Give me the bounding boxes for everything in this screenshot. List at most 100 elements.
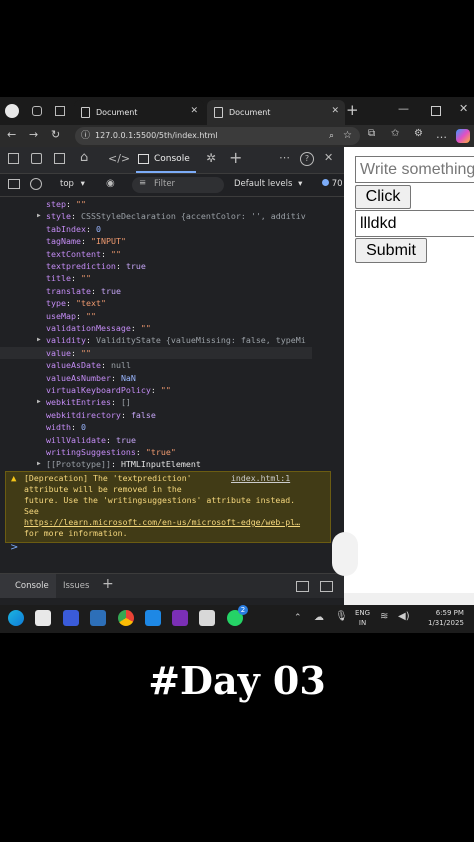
page-scroll-handle[interactable] <box>332 532 358 576</box>
tray-chevron-icon[interactable]: ⌃ <box>294 613 302 623</box>
expand-triangle-icon[interactable]: ▶ <box>37 458 41 470</box>
deprecation-warning: ▲ [Deprecation] The 'textprediction' att… <box>5 471 331 543</box>
expand-triangle-icon[interactable]: ▶ <box>37 396 41 408</box>
property-key: willValidate <box>46 434 106 445</box>
chevron-down-icon: ▾ <box>298 179 303 189</box>
editor-taskbar-icon[interactable] <box>199 610 215 626</box>
add-tool-icon[interactable]: + <box>229 148 242 167</box>
split-screen-icon[interactable]: ⧉ <box>368 128 375 139</box>
text-input-2[interactable]: llldkd <box>355 210 474 237</box>
tab-actions-icon[interactable] <box>55 106 65 116</box>
property-value: "" <box>75 199 86 209</box>
onedrive-cloud-icon[interactable]: ☁ <box>314 612 324 623</box>
close-devtools-icon[interactable]: ✕ <box>324 151 333 164</box>
submit-button[interactable]: Submit <box>355 238 427 263</box>
microphone-icon[interactable]: 🎙 <box>335 611 348 622</box>
close-tab-icon[interactable]: ✕ <box>331 106 339 116</box>
debug-bug-icon[interactable]: ✲ <box>206 151 216 165</box>
app-taskbar-icon[interactable] <box>63 610 79 626</box>
more-tools-icon[interactable]: ⋯ <box>279 151 290 164</box>
workspaces-icon[interactable] <box>32 106 42 116</box>
vscode-taskbar-icon[interactable] <box>145 610 161 626</box>
drawer-add-icon[interactable]: + <box>102 576 114 592</box>
clear-console-icon[interactable] <box>30 178 42 190</box>
property-entry: [[Prototype]]: HTMLInputElement <box>46 458 201 470</box>
text-input-1[interactable]: Write something <box>355 156 474 183</box>
property-row: value: "" <box>0 346 312 359</box>
property-entry: style: CSSStyleDeclaration {accentColor:… <box>46 210 306 222</box>
property-value: "" <box>140 323 151 333</box>
info-icon[interactable]: ⓘ <box>81 127 90 145</box>
volume-icon[interactable]: ◀) <box>398 611 410 622</box>
help-icon[interactable]: ? <box>300 152 314 166</box>
clock[interactable]: 6:59 PM 1/31/2025 <box>428 608 464 628</box>
colon: : <box>100 248 111 259</box>
tab-console[interactable]: Console <box>136 147 196 173</box>
tab-document-2[interactable]: Document ✕ <box>207 100 345 125</box>
store-taskbar-icon[interactable] <box>35 610 51 626</box>
back-icon[interactable]: ← <box>7 128 16 141</box>
address-bar[interactable]: ⓘ 127.0.0.1:5500/5th/index.html ⌕ ☆ <box>75 127 360 145</box>
new-tab-icon[interactable]: + <box>346 101 359 119</box>
live-expression-eye-icon[interactable]: ◉ <box>106 178 115 189</box>
property-value: false <box>130 409 156 420</box>
elements-tab-icon[interactable]: </> <box>108 152 130 165</box>
refresh-icon[interactable]: ↻ <box>51 128 60 141</box>
input-value: llldkd <box>360 215 397 232</box>
log-levels-value: Default levels <box>234 179 293 189</box>
more-icon[interactable]: … <box>436 128 447 141</box>
inspect-icon[interactable] <box>8 153 19 164</box>
property-row: validationMessage: "" <box>0 322 312 334</box>
forward-icon[interactable]: → <box>29 128 38 141</box>
drawer-tab-console[interactable]: Console <box>0 574 56 598</box>
video-caption: #Day 03 <box>148 658 326 703</box>
wifi-icon[interactable]: ≋ <box>380 611 388 622</box>
dock-icon[interactable] <box>296 581 309 592</box>
property-row: valueAsNumber: NaN <box>0 372 312 384</box>
log-levels-dropdown[interactable]: Default levels ▾ <box>234 179 302 189</box>
minimize-icon[interactable]: — <box>398 102 409 115</box>
snip-taskbar-icon[interactable] <box>90 610 106 626</box>
welcome-home-icon[interactable]: ⌂ <box>80 150 88 165</box>
close-tab-icon[interactable]: ✕ <box>190 106 198 116</box>
device-emulation-icon[interactable] <box>31 153 42 164</box>
zoom-icon[interactable]: ⌕ <box>329 127 334 145</box>
property-row[interactable]: ▶ webkitEntries: [] <box>0 396 312 408</box>
console-prompt[interactable]: > <box>10 542 18 553</box>
sidebar-toggle-icon[interactable] <box>54 153 65 164</box>
issues-count: 70 <box>331 179 343 189</box>
property-row: tagName: "INPUT" <box>0 235 312 247</box>
property-row[interactable]: ▶ style: CSSStyleDeclaration {accentColor… <box>0 210 312 222</box>
expand-triangle-icon[interactable]: ▶ <box>37 210 41 222</box>
drawer-tab-issues[interactable]: Issues <box>63 581 89 591</box>
tab-bar: Document ✕ Document ✕ + — ✕ <box>0 97 474 125</box>
property-row[interactable]: ▶ [[Prototype]]: HTMLInputElement <box>0 458 312 470</box>
maximize-icon[interactable] <box>431 106 441 116</box>
favorites-icon[interactable]: ✩ <box>391 128 399 139</box>
issues-counter[interactable]: 70 <box>322 179 343 189</box>
filter-input[interactable]: ≡ Filter <box>132 177 224 193</box>
property-row[interactable]: ▶ validity: ValidityState {valueMissing: … <box>0 334 312 346</box>
click-button[interactable]: Click <box>355 185 411 209</box>
edge-taskbar-icon[interactable] <box>8 610 24 626</box>
copilot-icon[interactable] <box>456 129 470 143</box>
onenote-taskbar-icon[interactable] <box>172 610 188 626</box>
tab-document-1[interactable]: Document ✕ <box>74 100 204 125</box>
expand-triangle-icon[interactable]: ▶ <box>37 334 41 346</box>
property-value: "" <box>160 385 171 395</box>
warning-doc-link[interactable]: https://learn.microsoft.com/en-us/micros… <box>24 517 300 528</box>
colon: : <box>100 360 111 371</box>
extensions-icon[interactable]: ⚙ <box>414 128 423 139</box>
whatsapp-taskbar-icon[interactable]: 2 <box>227 605 248 626</box>
profile-avatar[interactable] <box>5 104 19 118</box>
close-window-icon[interactable]: ✕ <box>459 102 468 115</box>
property-entry: useMap: "" <box>46 310 96 322</box>
favorite-star-icon[interactable]: ☆ <box>343 127 352 145</box>
close-drawer-icon[interactable] <box>320 581 333 592</box>
context-selector[interactable]: top ▾ <box>60 179 85 189</box>
language-indicator[interactable]: ENG IN <box>355 608 370 628</box>
drawer-toggle-icon[interactable] <box>8 179 20 189</box>
property-key: translate <box>46 285 91 296</box>
chrome-taskbar-icon[interactable] <box>118 610 134 626</box>
warning-source-link[interactable]: index.html:1 <box>231 473 290 483</box>
